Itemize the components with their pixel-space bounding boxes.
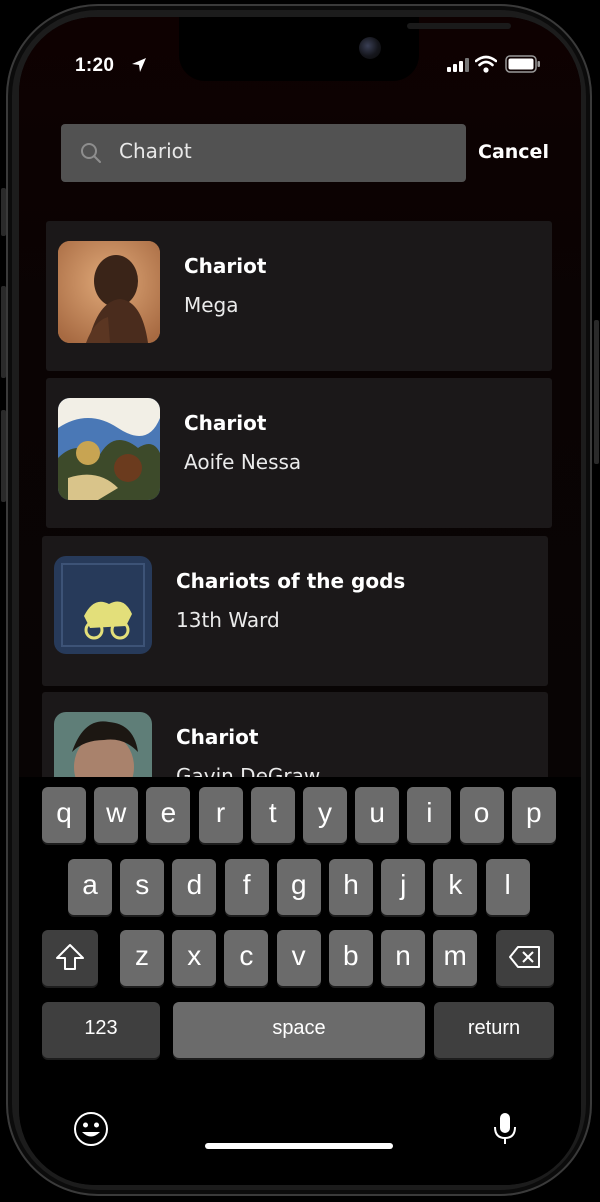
volume-up-button xyxy=(1,286,6,378)
shift-key[interactable] xyxy=(42,930,98,986)
search-icon xyxy=(81,143,101,163)
numbers-key[interactable]: 123 xyxy=(42,1002,160,1058)
key-j[interactable]: j xyxy=(381,859,426,915)
key-h[interactable]: h xyxy=(329,859,373,915)
album-art xyxy=(58,241,160,343)
key-w[interactable]: w xyxy=(94,787,139,843)
emoji-icon[interactable] xyxy=(73,1111,109,1147)
key-i[interactable]: i xyxy=(407,787,452,843)
track-artist: Aoife Nessa xyxy=(184,450,302,474)
track-title: Chariots of the gods xyxy=(176,569,406,593)
key-a[interactable]: a xyxy=(68,859,112,915)
album-art xyxy=(54,556,152,654)
mute-switch xyxy=(1,188,6,236)
key-k[interactable]: k xyxy=(433,859,478,915)
key-n[interactable]: n xyxy=(381,930,425,986)
key-c[interactable]: c xyxy=(224,930,269,986)
list-item[interactable]: Chariot Aoife Nessa xyxy=(46,378,552,528)
key-y[interactable]: y xyxy=(303,787,347,843)
status-time: 1:20 xyxy=(75,55,115,76)
signal-icon xyxy=(447,58,469,72)
power-button xyxy=(594,320,599,464)
screen: Chariot Cancel Chariot Mega Chariot Aoif… xyxy=(19,17,581,1185)
speaker xyxy=(407,23,511,29)
status-bar: 1:20 xyxy=(19,17,581,127)
key-o[interactable]: o xyxy=(459,787,504,843)
search-input[interactable]: Chariot xyxy=(61,124,466,182)
space-key[interactable]: space xyxy=(173,1002,425,1058)
key-z[interactable]: z xyxy=(120,930,164,986)
key-e[interactable]: e xyxy=(146,787,191,843)
album-art xyxy=(58,398,160,500)
track-title: Chariot xyxy=(176,725,259,749)
key-g[interactable]: g xyxy=(276,859,321,915)
key-s[interactable]: s xyxy=(120,859,165,915)
list-item[interactable]: Chariots of the gods 13th Ward xyxy=(42,536,548,686)
key-f[interactable]: f xyxy=(224,859,269,915)
cancel-button[interactable]: Cancel xyxy=(478,141,549,163)
battery-icon xyxy=(505,55,540,73)
shift-icon xyxy=(56,944,84,970)
search-query: Chariot xyxy=(119,139,192,163)
key-x[interactable]: x xyxy=(172,930,217,986)
camera xyxy=(359,37,381,59)
track-artist: 13th Ward xyxy=(176,608,280,632)
track-title: Chariot xyxy=(184,254,267,278)
key-m[interactable]: m xyxy=(433,930,478,986)
key-b[interactable]: b xyxy=(328,930,373,986)
track-title: Chariot xyxy=(184,411,267,435)
microphone-icon[interactable] xyxy=(493,1111,517,1147)
location-icon xyxy=(132,58,146,72)
key-v[interactable]: v xyxy=(276,930,321,986)
keyboard: qwertyuiop asdfghjkl zxcvbnm 123 space r… xyxy=(19,777,581,1185)
backspace-icon xyxy=(509,946,540,968)
return-key[interactable]: return xyxy=(434,1002,554,1058)
notch xyxy=(179,17,511,81)
list-item[interactable]: Chariot Mega xyxy=(46,221,552,371)
volume-down-button xyxy=(1,410,6,502)
wifi-icon xyxy=(475,55,497,73)
home-indicator[interactable] xyxy=(205,1143,393,1149)
track-artist: Mega xyxy=(184,293,239,317)
key-p[interactable]: p xyxy=(511,787,556,843)
key-t[interactable]: t xyxy=(250,787,295,843)
key-d[interactable]: d xyxy=(172,859,217,915)
key-r[interactable]: r xyxy=(198,787,243,843)
key-l[interactable]: l xyxy=(485,859,530,915)
backspace-key[interactable] xyxy=(496,930,554,986)
search-results-page: Chariot Cancel Chariot Mega Chariot Aoif… xyxy=(19,17,581,842)
key-q[interactable]: q xyxy=(42,787,86,843)
key-u[interactable]: u xyxy=(355,787,400,843)
